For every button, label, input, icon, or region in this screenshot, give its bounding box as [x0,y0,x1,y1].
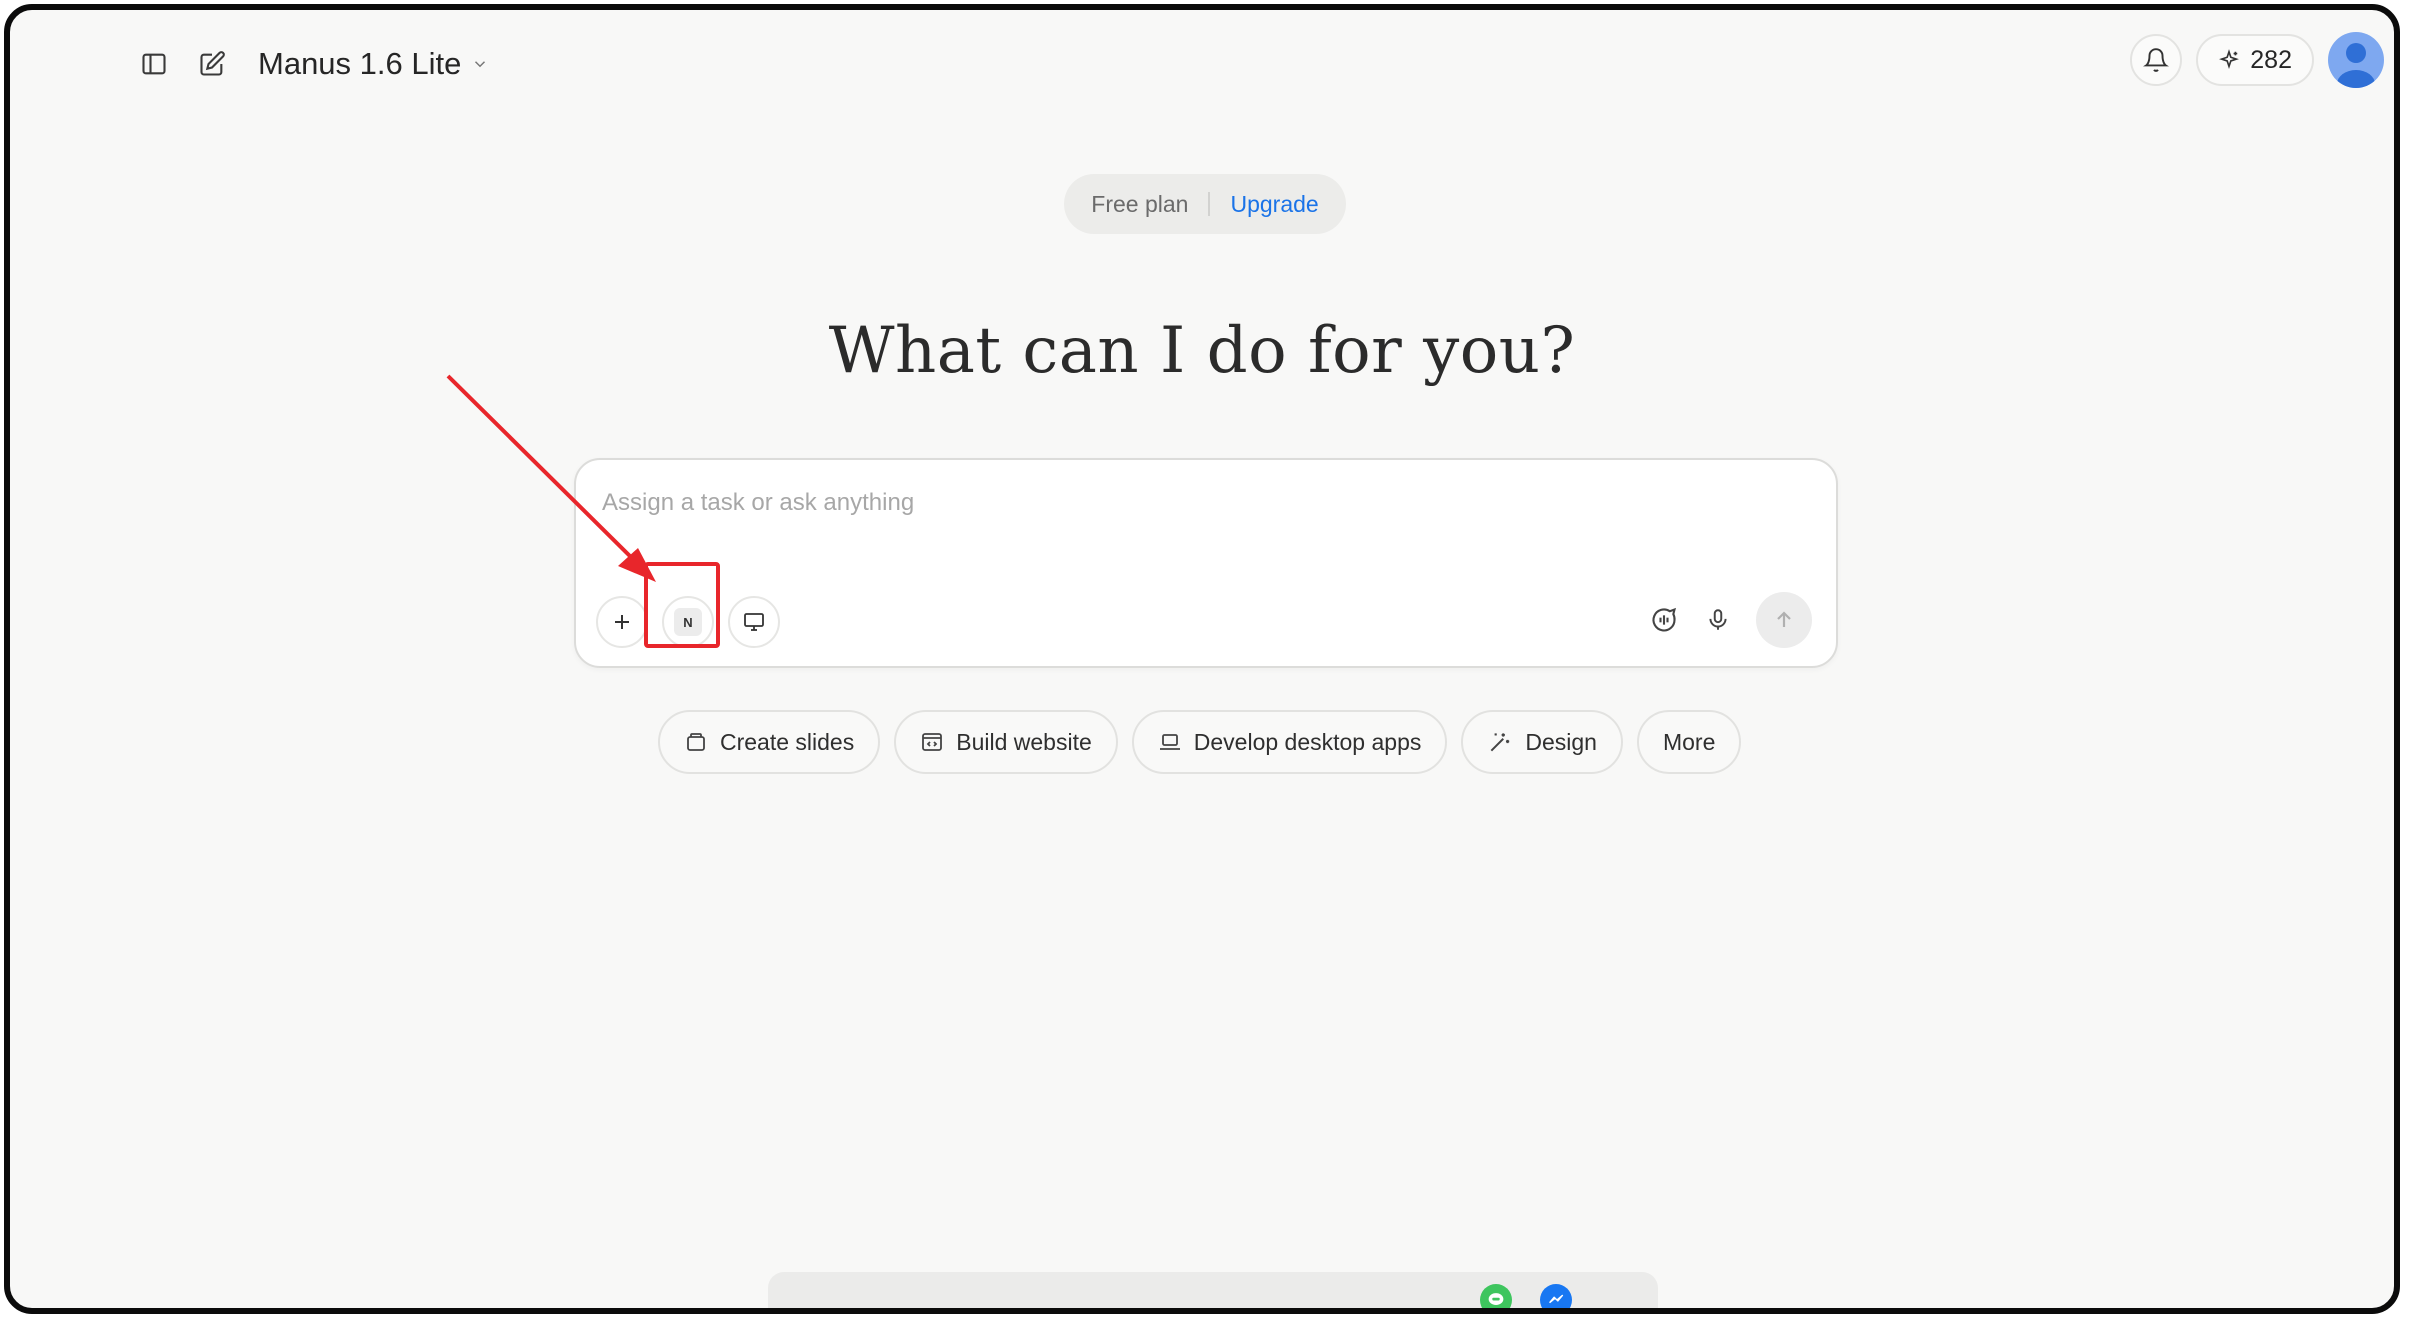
slides-icon [687,733,705,751]
line-app-icon[interactable] [1480,1284,1512,1308]
chip-label: Develop desktop apps [1193,728,1422,755]
computer-button[interactable] [728,596,780,648]
model-label: Manus 1.6 Lite [258,46,462,81]
notion-connector-button[interactable]: N [662,596,714,648]
avatar[interactable] [2328,32,2384,88]
sidebar-toggle-button[interactable] [132,42,176,86]
chip-label: Build website [956,728,1092,755]
magic-wand-icon [1491,733,1510,752]
laptop-icon [1159,734,1180,750]
microphone-button[interactable] [1696,598,1740,642]
chip-develop-desktop-apps[interactable]: Develop desktop apps [1131,710,1448,774]
chip-design[interactable]: Design [1461,710,1623,774]
notifications-button[interactable] [2130,34,2183,86]
notion-letter: N [683,614,693,630]
send-button[interactable] [1756,592,1812,648]
new-task-button[interactable] [190,42,234,86]
messenger-icon[interactable] [1540,1284,1572,1308]
notion-icon: N [674,608,702,636]
add-attachment-button[interactable] [596,596,648,648]
chip-label: Create slides [720,728,855,755]
sparkle-icon [2219,49,2240,70]
task-input[interactable] [600,480,1784,526]
top-right-toolbar: 282 [2130,32,2384,88]
app-window: Manus 1.6 Lite 282 Free plan Upgrade Wha… [4,4,2400,1314]
composer-actions [1632,592,1812,648]
model-selector[interactable]: Manus 1.6 Lite [258,46,489,82]
monitor-icon [744,613,764,631]
chip-create-slides[interactable]: Create slides [658,710,881,774]
chip-label: Design [1525,728,1597,755]
upgrade-link[interactable]: Upgrade [1230,191,1318,218]
browser-code-icon [922,733,943,751]
arrow-up-icon [1777,611,1791,627]
edit-icon [200,51,225,76]
bell-icon [2143,48,2170,72]
voice-chat-button[interactable] [1642,598,1686,642]
plan-banner: Free plan Upgrade [1064,174,1346,234]
chevron-down-icon [471,55,489,73]
top-left-toolbar: Manus 1.6 Lite [132,42,489,86]
task-composer: N [574,458,1838,668]
bottom-panel [768,1272,1658,1308]
credits-button[interactable]: 282 [2196,34,2314,86]
chip-label: More [1662,728,1716,755]
sidebar-icon [142,53,166,75]
chip-build-website[interactable]: Build website [894,710,1118,774]
microphone-icon [1709,609,1727,630]
composer-tools: N [596,562,794,648]
plus-icon [615,615,629,629]
user-icon [2337,43,2375,88]
free-plan-label: Free plan [1091,190,1189,217]
plan-divider [1208,192,1211,216]
speech-wave-icon [1652,607,1677,632]
page-title: What can I do for you? [828,314,1576,388]
quick-actions: Create slides Build website Develop desk… [658,710,1755,774]
chip-more[interactable]: More [1636,710,1742,774]
credits-count: 282 [2250,45,2292,74]
